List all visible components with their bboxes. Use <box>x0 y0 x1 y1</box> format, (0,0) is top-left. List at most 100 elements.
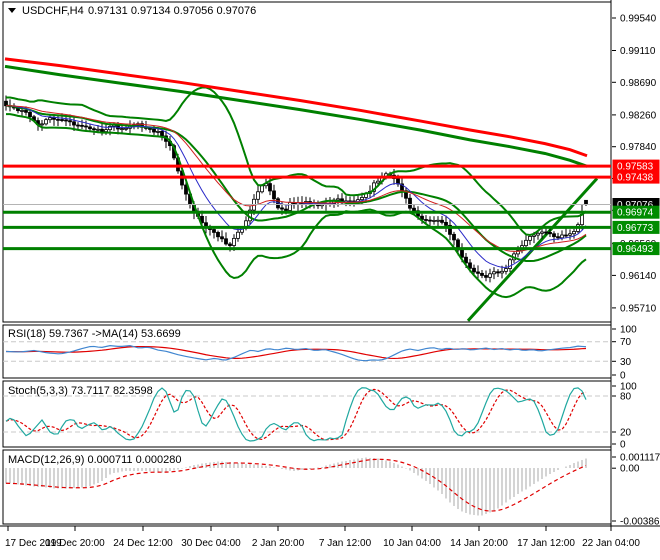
macd-panel <box>5 457 587 516</box>
chart-canvas: 0.99540 0.99110 0.98690 0.98260 0.97840 0.974… <box>0 0 660 549</box>
time-tick-label[interactable]: 17 Jan 12:00 <box>517 538 575 549</box>
candle <box>440 219 444 223</box>
candle <box>444 221 448 226</box>
candle <box>272 190 276 200</box>
candle <box>528 235 532 241</box>
candle <box>256 191 260 200</box>
candle <box>28 111 32 118</box>
candle <box>288 202 292 211</box>
stoch-axis-label: 0 <box>620 440 626 451</box>
trading-chart-window: 0.99540 0.99110 0.98690 0.98260 0.97840 0.974… <box>0 0 660 560</box>
candle <box>152 128 156 133</box>
candle <box>284 208 288 211</box>
candle <box>544 231 548 234</box>
candle <box>480 272 484 276</box>
candle <box>548 231 552 235</box>
price-badge-label: 0.97438 <box>617 173 654 184</box>
candle <box>532 234 536 237</box>
price-tick-label: 0.99110 <box>620 46 656 57</box>
candle <box>52 117 56 120</box>
candle <box>568 233 572 236</box>
macd-indicator-label: MACD(12,26,9) 0.000711 0.000280 <box>8 454 181 466</box>
candle <box>88 126 92 130</box>
candle <box>100 128 104 133</box>
candle <box>220 236 224 240</box>
candle <box>96 128 100 131</box>
candle <box>452 233 456 241</box>
candle <box>76 124 80 127</box>
time-tick-label[interactable]: 2 Jan 20:00 <box>252 538 305 549</box>
candle <box>20 110 24 112</box>
price-scale: 0.99540 0.99110 0.98690 0.98260 0.97840 0.974… <box>612 14 660 528</box>
time-tick-label[interactable]: 14 Jan 20:00 <box>450 538 508 549</box>
price-tick-label: 0.98260 <box>620 110 657 121</box>
candle <box>64 119 68 122</box>
candle <box>556 236 560 239</box>
time-tick-label[interactable]: 24 Dec 12:00 <box>113 538 173 549</box>
candle <box>508 259 512 269</box>
candle <box>268 183 272 192</box>
price-badge-label: 0.96974 <box>617 208 654 219</box>
candle <box>408 197 412 209</box>
candle <box>124 127 128 130</box>
price-tick-label: 0.99540 <box>620 14 657 25</box>
candle <box>148 127 152 130</box>
price-badge-label: 0.96493 <box>617 244 654 255</box>
candle <box>560 234 564 239</box>
candle <box>488 273 492 278</box>
symbol-dropdown-triangle[interactable] <box>8 8 16 13</box>
stoch-indicator-label: Stoch(5,3,3) 73.7117 82.3598 <box>8 385 153 397</box>
ma-red-line <box>4 57 588 158</box>
candle <box>60 119 64 121</box>
candle <box>92 128 96 131</box>
time-tick-label[interactable]: 30 Dec 04:00 <box>181 538 241 549</box>
candle <box>564 234 568 237</box>
candle <box>80 124 84 127</box>
price-tick-label: 0.95710 <box>620 303 657 314</box>
candle <box>424 219 428 221</box>
rsi-indicator-label: RSI(18) 59.7367 ->MA(14) 53.6699 <box>8 328 181 340</box>
macd-axis-label: 0.001117 <box>620 453 660 464</box>
candle <box>40 123 44 126</box>
candle <box>212 229 216 233</box>
candle <box>24 110 28 113</box>
candle <box>68 120 72 123</box>
price-tick-label: 0.97840 <box>620 142 657 153</box>
candle <box>492 271 496 275</box>
candle <box>476 271 480 274</box>
candle <box>552 233 556 238</box>
main-chart-panel <box>3 57 611 322</box>
rsi-axis-label: 0 <box>620 371 626 382</box>
chart-title-ohlc: 0.97131 0.97134 0.97056 0.97076 <box>88 5 256 17</box>
candle <box>44 119 48 125</box>
macd-axis-label: -0.003866 <box>620 517 660 528</box>
rsi-line <box>5 345 587 362</box>
time-tick-label[interactable]: 7 Jan 12:00 <box>319 538 372 549</box>
candle <box>224 238 228 245</box>
candle <box>236 231 240 239</box>
candle <box>460 249 464 258</box>
bollinger-lower <box>5 113 587 299</box>
macd-signal-line <box>5 458 587 512</box>
candle <box>436 219 440 222</box>
candle <box>536 232 540 236</box>
time-tick-label[interactable]: 10 Jan 04:00 <box>383 538 441 549</box>
candle <box>524 239 528 247</box>
candles <box>4 95 588 283</box>
candle <box>84 125 88 128</box>
candle <box>360 197 364 201</box>
rsi-panel <box>3 341 611 362</box>
candle <box>432 220 436 222</box>
rsi-axis-label: 30 <box>620 357 632 368</box>
candle <box>572 231 576 235</box>
time-scale: 17 Dec 201919 Dec 20:00 24 Dec 12:00 30 De… <box>5 526 640 549</box>
candle <box>484 275 488 278</box>
price-badge-label: 0.96773 <box>617 223 654 234</box>
candle <box>232 237 236 246</box>
candle <box>540 231 544 234</box>
time-tick-label[interactable]: 22 Jan 04:00 <box>582 538 640 549</box>
candle <box>428 219 432 222</box>
candle <box>376 180 380 184</box>
candle <box>500 270 504 274</box>
time-tick-label[interactable]: 19 Dec 20:00 <box>45 538 105 549</box>
